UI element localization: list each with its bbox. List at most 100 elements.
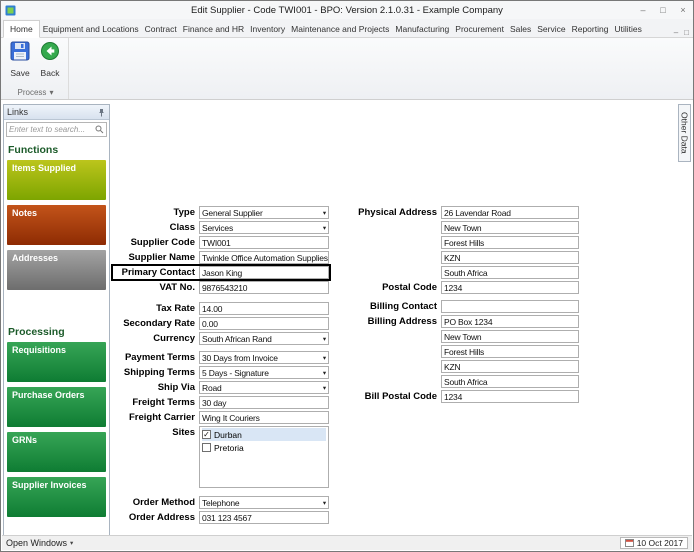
checkbox-checked[interactable]: ✓ [202,430,211,439]
primary-contact-input[interactable]: Jason King [199,266,329,279]
save-button-label: Save [10,68,29,78]
vat-no-input[interactable]: 9876543210 [199,281,329,294]
tab-equipment-and-locations[interactable]: Equipment and Locations [40,21,142,37]
process-group: Save Back Process ▾ [3,38,69,99]
window-restore-icon[interactable]: □ [684,28,689,37]
billing-contact-input[interactable] [441,300,579,313]
physical-address-line2-input[interactable]: New Town [441,221,579,234]
sidebar-item-addresses[interactable]: Addresses [7,250,106,290]
tab-maintenance-and-projects[interactable]: Maintenance and Projects [288,21,392,37]
sidebar-item-grns[interactable]: GRNs [7,432,106,472]
payment-terms-label: Payment Terms [113,352,199,363]
supplier-form-left: Type General Supplier▾ Class Services▾ S… [113,206,329,526]
shipping-terms-dropdown[interactable]: 5 Days - Signature▾ [199,366,329,379]
checkbox-unchecked[interactable] [202,443,211,452]
title-bar: Edit Supplier - Code TWI001 - BPO: Versi… [1,1,693,19]
process-group-label: Process [18,88,47,97]
tab-procurement[interactable]: Procurement [452,21,507,37]
physical-address-line3-input[interactable]: Forest Hills [441,236,579,249]
ship-via-label: Ship Via [113,382,199,393]
sidebar-item-notes[interactable]: Notes [7,205,106,245]
save-icon [10,41,30,66]
primary-contact-row: Primary Contact Jason King [113,266,329,279]
postal-code-input[interactable]: 1234 [441,281,579,294]
secondary-rate-input[interactable]: 0.00 [199,317,329,330]
ship-via-dropdown[interactable]: Road▾ [199,381,329,394]
tab-reporting[interactable]: Reporting [569,21,612,37]
chevron-down-icon: ▾ [321,499,326,507]
tab-contract[interactable]: Contract [142,21,180,37]
maximize-button[interactable]: □ [653,5,673,15]
currency-dropdown[interactable]: South African Rand▾ [199,332,329,345]
supplier-name-input[interactable]: Twinkle Office Automation Supplies [199,251,329,264]
freight-carrier-input[interactable]: Wing It Couriers [199,411,329,424]
group-dropdown-icon[interactable]: ▾ [49,88,53,97]
physical-address-line1-input[interactable]: 26 Lavendar Road [441,206,579,219]
tab-service[interactable]: Service [534,21,568,37]
freight-terms-label: Freight Terms [113,397,199,408]
physical-address-line5-input[interactable]: South Africa [441,266,579,279]
tab-utilities[interactable]: Utilities [611,21,644,37]
billing-address-line5-input[interactable]: South Africa [441,375,579,388]
chevron-down-icon: ▾ [321,369,326,377]
functions-heading: Functions [8,144,109,156]
date-text: 10 Oct 2017 [637,538,683,548]
physical-address-line4-input[interactable]: KZN [441,251,579,264]
sidebar-item-supplier-invoices[interactable]: Supplier Invoices [7,477,106,517]
billing-address-line2-input[interactable]: New Town [441,330,579,343]
site-item-pretoria[interactable]: Pretoria [202,441,326,454]
pin-icon[interactable] [97,108,106,117]
billing-contact-label: Billing Contact [341,301,441,312]
open-windows-button[interactable]: Open Windows ▾ [6,538,73,548]
billing-address-label: Billing Address [341,316,441,327]
type-dropdown[interactable]: General Supplier▾ [199,206,329,219]
links-panel-header: Links [4,105,109,120]
tab-inventory[interactable]: Inventory [247,21,288,37]
supplier-code-input[interactable]: TWI001 [199,236,329,249]
back-icon [40,41,60,66]
links-panel: Links Functions Items Supplied Notes Add… [3,104,110,536]
close-button[interactable]: × [673,5,693,15]
type-label: Type [113,207,199,218]
window-title: Edit Supplier - Code TWI001 - BPO: Versi… [1,5,693,16]
billing-address-line4-input[interactable]: KZN [441,360,579,373]
payment-terms-dropdown[interactable]: 30 Days from Invoice▾ [199,351,329,364]
site-item-durban[interactable]: ✓ Durban [202,428,326,441]
other-data-tab-label: Other Data [680,112,690,154]
sidebar-search [6,122,107,137]
back-button[interactable]: Back [35,41,65,78]
minimize-button[interactable]: – [633,5,653,15]
sites-checklist: ✓ Durban Pretoria [199,426,329,488]
tab-sales[interactable]: Sales [507,21,534,37]
billing-address-line1-input[interactable]: PO Box 1234 [441,315,579,328]
tab-home[interactable]: Home [3,20,40,38]
class-label: Class [113,222,199,233]
order-method-label: Order Method [113,497,199,508]
back-button-label: Back [41,68,60,78]
supplier-code-label: Supplier Code [113,237,199,248]
tab-manufacturing[interactable]: Manufacturing [392,21,452,37]
tax-rate-input[interactable]: 14.00 [199,302,329,315]
billing-address-line3-input[interactable]: Forest Hills [441,345,579,358]
vat-no-label: VAT No. [113,282,199,293]
order-method-dropdown[interactable]: Telephone▾ [199,496,329,509]
tab-finance-and-hr[interactable]: Finance and HR [180,21,247,37]
class-dropdown[interactable]: Services▾ [199,221,329,234]
sidebar-item-items-supplied[interactable]: Items Supplied [7,160,106,200]
freight-terms-input[interactable]: 30 day [199,396,329,409]
tab-other-data[interactable]: Other Data [678,104,691,162]
ribbon-minimize-icon[interactable]: – [674,28,678,37]
sidebar-item-requisitions[interactable]: Requisitions [7,342,106,382]
save-button[interactable]: Save [5,41,35,78]
search-input[interactable] [9,125,95,134]
bill-postal-code-input[interactable]: 1234 [441,390,579,403]
physical-address-label: Physical Address [341,207,441,218]
status-bar: Open Windows ▾ 10 Oct 2017 [2,535,692,550]
order-address-input[interactable]: 031 123 4567 [199,511,329,524]
chevron-down-icon: ▾ [321,209,326,217]
search-icon[interactable] [95,121,104,139]
freight-carrier-label: Freight Carrier [113,412,199,423]
date-picker[interactable]: 10 Oct 2017 [620,537,688,549]
sidebar-item-purchase-orders[interactable]: Purchase Orders [7,387,106,427]
bill-postal-code-label: Bill Postal Code [341,391,441,402]
